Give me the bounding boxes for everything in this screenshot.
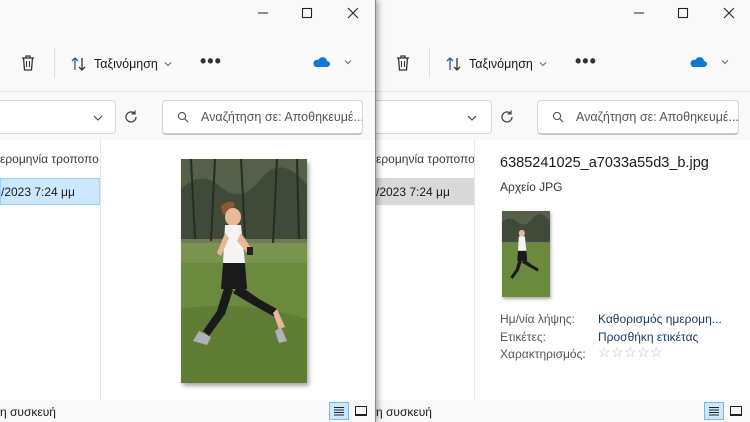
onedrive-cloud-icon — [313, 57, 330, 67]
prop-date-taken-label: Ημ/νία λήψης: — [500, 312, 575, 326]
toolbar-separator — [429, 48, 430, 78]
onedrive-cloud-icon — [690, 57, 707, 67]
star-icon[interactable]: ☆ — [650, 345, 663, 359]
explorer-window-details: Ταξινόμηση ••• Αναζήτηση σε: Αποθηκευμέ.… — [376, 0, 750, 422]
column-header-date-modified[interactable]: ερομηνία τροποπο — [0, 152, 99, 166]
minimize-button[interactable] — [616, 0, 662, 26]
chevron-down-icon — [539, 62, 547, 67]
rating-stars[interactable]: ☆☆☆☆☆ — [598, 345, 663, 360]
command-bar: Ταξινόμηση ••• — [0, 36, 375, 92]
details-pane: 6385241025_a7033a55d3_b.jpg Αρχείο JPG Η… — [475, 140, 750, 400]
status-location: η συσκευή — [376, 405, 432, 419]
status-bar: η συσκευή — [376, 400, 750, 422]
main-content: ερομηνία τροποπο /2023 7:24 μμ — [0, 140, 375, 422]
close-icon — [723, 7, 735, 19]
runner-photo — [181, 158, 307, 383]
search-placeholder: Αναζήτηση σε: Αποθηκευμέ... — [576, 110, 739, 124]
prop-rating-label: Χαρακτηρισμός: — [500, 347, 586, 361]
prop-tags-label: Ετικέτες: — [500, 330, 546, 344]
explorer-window-preview: Ταξινόμηση ••• Αναζήτηση σε: Αποθηκευμέ.… — [0, 0, 376, 422]
trash-icon — [22, 55, 34, 71]
tiles-view-button[interactable] — [351, 402, 371, 420]
chevron-down-icon — [344, 60, 352, 65]
column-header-date-modified[interactable]: ερομηνία τροποπο — [376, 152, 475, 166]
file-type: Αρχείο JPG — [500, 180, 563, 194]
command-bar: Ταξινόμηση ••• — [376, 36, 750, 92]
prop-date-taken-value[interactable]: Καθορισμός ημερομη... — [598, 312, 722, 326]
prop-tags-value[interactable]: Προσθήκη ετικέτας — [598, 330, 698, 344]
file-list: ερομηνία τροποπο /2023 7:24 μμ — [0, 140, 100, 400]
minimize-icon — [258, 12, 268, 14]
close-button[interactable] — [330, 0, 375, 26]
sort-arrows-icon — [71, 57, 86, 71]
refresh-button[interactable] — [499, 109, 515, 128]
details-view-button[interactable] — [704, 402, 724, 420]
search-box[interactable]: Αναζήτηση σε: Αποθηκευμέ... — [162, 100, 363, 135]
minimize-icon — [634, 12, 644, 14]
delete-button[interactable] — [18, 53, 38, 76]
large-icons-view-icon — [730, 406, 742, 416]
chevron-down-icon — [164, 62, 172, 67]
file-date-modified: /2023 7:24 μμ — [376, 184, 450, 199]
pane-divider — [100, 140, 101, 400]
status-bar: η συσκευή — [0, 400, 375, 422]
chevron-down-icon — [467, 115, 477, 121]
maximize-icon — [301, 7, 313, 19]
maximize-icon — [677, 7, 689, 19]
file-name: 6385241025_a7033a55d3_b.jpg — [500, 155, 709, 171]
onedrive-button[interactable] — [689, 56, 729, 68]
file-date-modified: /2023 7:24 μμ — [1, 184, 75, 199]
details-view-icon — [334, 407, 344, 416]
file-list: ερομηνία τροποπο /2023 7:24 μμ — [376, 140, 475, 400]
star-icon[interactable]: ☆ — [637, 345, 650, 359]
delete-button[interactable] — [393, 53, 413, 76]
search-box[interactable]: Αναζήτηση σε: Αποθηκευμέ... — [537, 100, 739, 135]
more-options-button[interactable]: ••• — [200, 51, 222, 71]
sort-button[interactable]: Ταξινόμηση — [445, 51, 547, 77]
sort-arrows-icon — [446, 57, 461, 71]
address-bar[interactable] — [376, 100, 492, 134]
toolbar-separator — [54, 48, 55, 78]
sort-button[interactable]: Ταξινόμηση — [70, 51, 172, 77]
trash-icon — [397, 55, 409, 71]
sort-label: Ταξινόμηση — [469, 57, 533, 71]
search-icon — [552, 111, 564, 123]
more-options-button[interactable]: ••• — [575, 51, 597, 71]
maximize-button[interactable] — [660, 0, 706, 26]
chevron-down-icon — [721, 60, 729, 65]
search-placeholder: Αναζήτηση σε: Αποθηκευμέ... — [201, 110, 363, 124]
star-icon[interactable]: ☆ — [598, 345, 611, 359]
maximize-button[interactable] — [284, 0, 330, 26]
onedrive-button[interactable] — [312, 56, 352, 68]
refresh-button[interactable] — [123, 109, 139, 128]
file-row-selected[interactable]: /2023 7:24 μμ — [0, 178, 100, 205]
large-icons-view-icon — [355, 406, 367, 416]
tiles-view-button[interactable] — [726, 402, 746, 420]
star-icon[interactable]: ☆ — [611, 345, 624, 359]
refresh-icon — [501, 110, 513, 123]
minimize-button[interactable] — [240, 0, 286, 26]
details-view-button[interactable] — [329, 402, 349, 420]
close-button[interactable] — [706, 0, 750, 26]
preview-image — [181, 158, 307, 383]
search-icon — [177, 111, 189, 123]
details-view-icon — [709, 407, 719, 416]
refresh-icon — [125, 110, 137, 123]
star-icon[interactable]: ☆ — [624, 345, 637, 359]
sort-label: Ταξινόμηση — [94, 57, 158, 71]
close-icon — [347, 7, 359, 19]
chevron-down-icon — [93, 115, 103, 121]
main-content: ερομηνία τροποπο /2023 7:24 μμ 638524102… — [376, 140, 750, 422]
file-thumbnail — [502, 211, 550, 297]
runner-thumbnail — [502, 211, 550, 297]
status-location: η συσκευή — [0, 405, 56, 419]
file-row-selected[interactable]: /2023 7:24 μμ — [376, 178, 474, 205]
address-bar[interactable] — [0, 100, 116, 134]
